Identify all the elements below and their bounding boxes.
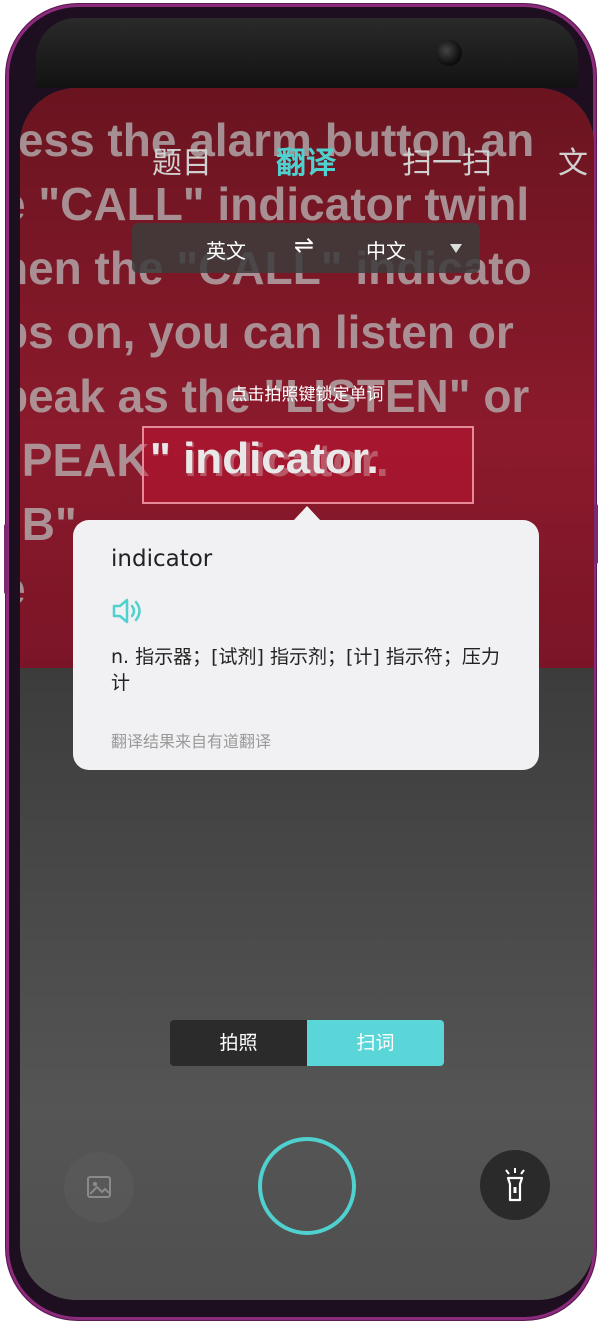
tab-question[interactable]: 题目 bbox=[152, 138, 212, 182]
result-word: indicator bbox=[111, 546, 213, 572]
translation-card: indicator n. 指示器；[试剂] 指示剂；[计] 指示符；压力计 翻译… bbox=[73, 506, 539, 770]
target-language[interactable]: 中文 bbox=[366, 235, 406, 264]
flashlight-icon bbox=[505, 1168, 525, 1202]
result-source: 翻译结果来自有道翻译 bbox=[111, 732, 272, 751]
focused-word: " indicator. bbox=[150, 434, 379, 483]
source-language[interactable]: 英文 bbox=[206, 235, 246, 264]
image-icon bbox=[87, 1176, 111, 1198]
tab-text[interactable]: 文 bbox=[558, 138, 588, 182]
phone-frame: ress the alarm button an e "CALL" indica… bbox=[4, 4, 598, 1320]
tab-translate[interactable]: 翻译 bbox=[276, 138, 336, 182]
lock-word-hint: 点击拍照键锁定单词 bbox=[230, 385, 384, 405]
swap-icon[interactable]: ⇌ bbox=[294, 231, 314, 259]
gallery-button[interactable] bbox=[64, 1152, 134, 1222]
scan-mode-button[interactable]: 扫词 bbox=[307, 1020, 444, 1066]
mode-tabs: 题目 翻译 扫一扫 文 bbox=[20, 138, 594, 198]
shutter-button[interactable] bbox=[258, 1137, 356, 1235]
volume-button bbox=[4, 524, 8, 594]
power-button bbox=[594, 504, 598, 564]
front-camera-lens bbox=[436, 40, 462, 66]
screen: ress the alarm button an e "CALL" indica… bbox=[20, 88, 594, 1300]
flashlight-button[interactable] bbox=[480, 1150, 550, 1220]
language-selector: 英文 ⇌ 中文 bbox=[132, 223, 480, 273]
tab-scan[interactable]: 扫一扫 bbox=[402, 138, 492, 182]
chevron-down-icon[interactable] bbox=[450, 244, 462, 253]
popup-camera bbox=[36, 18, 578, 88]
capture-mode-toggle: 拍照 扫词 bbox=[170, 1020, 444, 1066]
card-pointer bbox=[293, 506, 321, 521]
speaker-icon[interactable] bbox=[111, 596, 145, 626]
camera-text-line: ps on, you can listen or bbox=[20, 306, 514, 358]
photo-mode-button[interactable]: 拍照 bbox=[170, 1020, 307, 1066]
scan-focus-box: " indicator. bbox=[142, 426, 474, 504]
result-definition: n. 指示器；[试剂] 指示剂；[计] 指示符；压力计 bbox=[111, 646, 500, 694]
